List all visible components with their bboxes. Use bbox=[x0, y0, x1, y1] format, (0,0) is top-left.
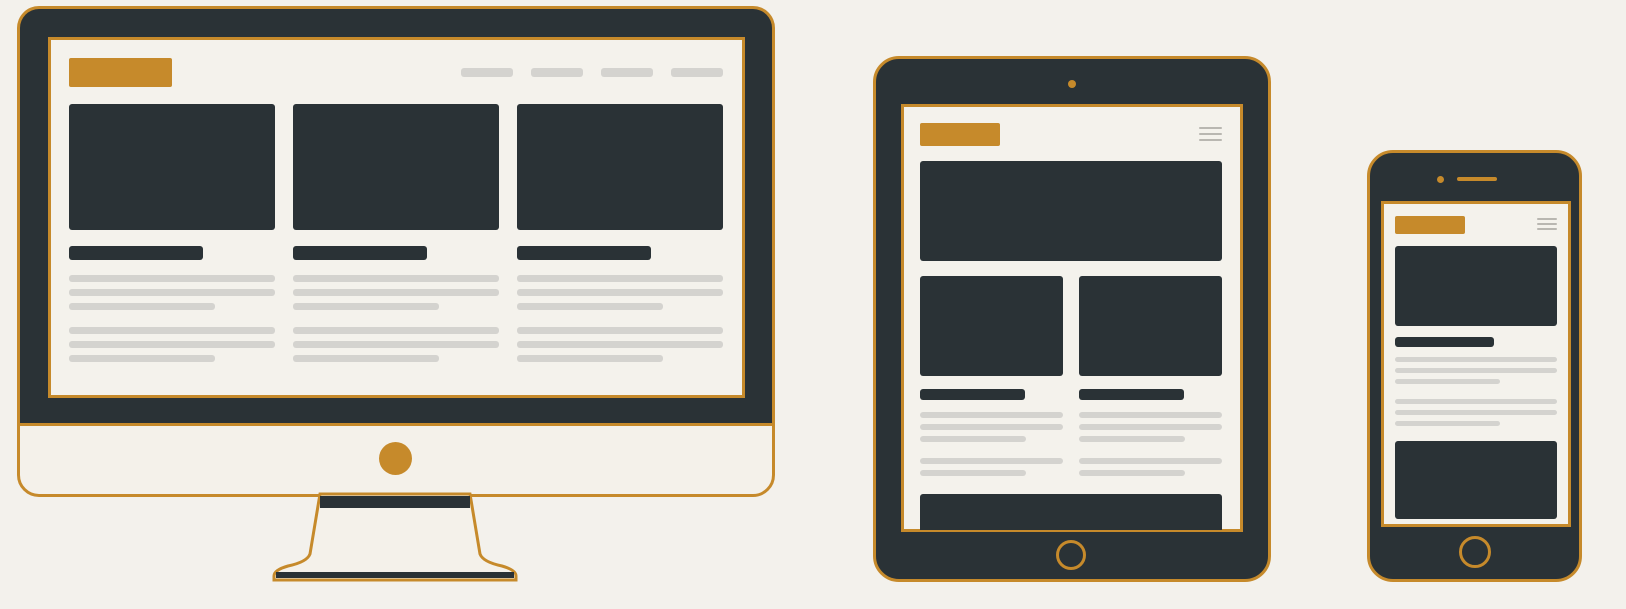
tablet-card-heading bbox=[1079, 389, 1184, 400]
monitor-stand-icon bbox=[270, 492, 520, 588]
desktop-nav-item bbox=[531, 68, 583, 77]
desktop-text-line bbox=[517, 327, 723, 334]
phone-camera-icon bbox=[1437, 176, 1444, 183]
desktop-text-line bbox=[293, 289, 499, 296]
desktop-card-image bbox=[69, 104, 275, 230]
phone-text-line bbox=[1395, 379, 1500, 384]
tablet-footer-block bbox=[920, 494, 1222, 530]
desktop-text-line bbox=[69, 327, 275, 334]
desktop-logo-placeholder bbox=[69, 58, 172, 87]
desktop-text-line bbox=[69, 303, 215, 310]
tablet-card-image bbox=[920, 276, 1063, 376]
tablet-logo-placeholder bbox=[920, 123, 1000, 146]
tablet-text-line bbox=[1079, 424, 1222, 430]
phone-speaker-icon bbox=[1457, 177, 1497, 181]
tablet-home-button-icon bbox=[1056, 540, 1086, 570]
desktop-text-line bbox=[517, 355, 663, 362]
tablet-text-line bbox=[920, 470, 1026, 476]
phone-text-line bbox=[1395, 421, 1500, 426]
phone-text-line bbox=[1395, 368, 1557, 373]
desktop-nav-item bbox=[601, 68, 653, 77]
desktop-text-line bbox=[69, 355, 215, 362]
desktop-nav-item bbox=[461, 68, 513, 77]
tablet-camera-icon bbox=[1068, 80, 1076, 88]
tablet-text-line bbox=[1079, 412, 1222, 418]
desktop-card-heading bbox=[69, 246, 203, 260]
desktop-text-line bbox=[517, 275, 723, 282]
hamburger-menu-icon bbox=[1199, 127, 1222, 145]
desktop-card-image bbox=[517, 104, 723, 230]
desktop-text-line bbox=[69, 289, 275, 296]
desktop-card-image bbox=[293, 104, 499, 230]
desktop-text-line bbox=[517, 289, 723, 296]
tablet-text-line bbox=[1079, 458, 1222, 464]
desktop-text-line bbox=[69, 341, 275, 348]
desktop-text-line bbox=[293, 303, 439, 310]
tablet-text-line bbox=[920, 436, 1026, 442]
tablet-hero-image bbox=[920, 161, 1222, 261]
tablet-text-line bbox=[920, 458, 1063, 464]
desktop-text-line bbox=[517, 303, 663, 310]
phone-logo-placeholder bbox=[1395, 216, 1465, 234]
desktop-nav-item bbox=[671, 68, 723, 77]
phone-text-line bbox=[1395, 410, 1557, 415]
desktop-text-line bbox=[293, 275, 499, 282]
monitor-power-button-icon bbox=[379, 442, 412, 475]
phone-home-button-icon bbox=[1459, 536, 1491, 568]
phone-text-line bbox=[1395, 357, 1557, 362]
tablet-text-line bbox=[1079, 470, 1185, 476]
desktop-card-heading bbox=[517, 246, 651, 260]
desktop-text-line bbox=[293, 327, 499, 334]
phone-card-heading bbox=[1395, 337, 1494, 347]
phone-hero-image bbox=[1395, 246, 1557, 326]
tablet-card-heading bbox=[920, 389, 1025, 400]
tablet-text-line bbox=[920, 424, 1063, 430]
desktop-card-heading bbox=[293, 246, 427, 260]
desktop-text-line bbox=[293, 355, 439, 362]
desktop-text-line bbox=[293, 341, 499, 348]
phone-text-line bbox=[1395, 399, 1557, 404]
tablet-card-image bbox=[1079, 276, 1222, 376]
hamburger-menu-icon bbox=[1537, 218, 1557, 234]
desktop-text-line bbox=[69, 275, 275, 282]
tablet-text-line bbox=[1079, 436, 1185, 442]
desktop-text-line bbox=[517, 341, 723, 348]
tablet-text-line bbox=[920, 412, 1063, 418]
phone-content-block bbox=[1395, 441, 1557, 519]
